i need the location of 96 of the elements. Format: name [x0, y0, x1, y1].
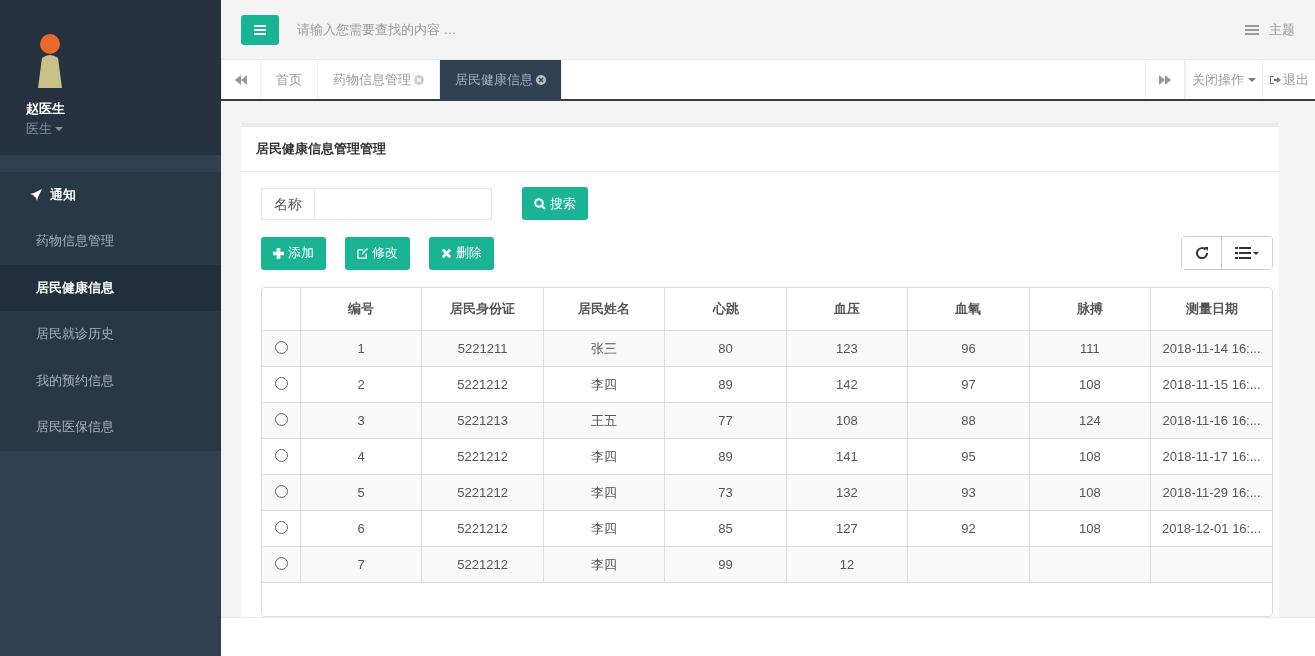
table-cell: 73: [664, 474, 787, 511]
sidebar-item[interactable]: 居民医保信息: [0, 404, 221, 451]
table-cell: 88: [907, 402, 1030, 439]
table-cell: 108: [1029, 438, 1151, 475]
plus-icon: [273, 247, 284, 259]
table-cell: 127: [786, 510, 908, 547]
table-cell: 108: [1029, 474, 1151, 511]
table-cell: 2018-11-15 16:...: [1150, 366, 1272, 403]
column-header: 居民姓名: [543, 288, 665, 331]
table-cell: 5221212: [421, 510, 544, 547]
name-field[interactable]: 名称: [261, 187, 492, 220]
table-cell: 142: [786, 366, 908, 403]
table-cell: 李四: [543, 546, 665, 583]
sidebar-item[interactable]: 居民就诊历史: [0, 311, 221, 358]
table-cell: 7: [300, 546, 422, 583]
list-icon: [1235, 247, 1259, 259]
table-cell: 张三: [543, 330, 665, 367]
search-button[interactable]: 搜索: [522, 187, 588, 220]
table-cell: 李四: [543, 474, 665, 511]
table-cell: 5221212: [421, 438, 544, 475]
search-icon: [534, 197, 546, 210]
table-cell: 5221212: [421, 546, 544, 583]
table-cell: 1: [300, 330, 422, 367]
column-header: 编号: [300, 288, 422, 331]
panel-title: 居民健康信息管理管理: [241, 127, 1279, 172]
table-cell: 141: [786, 438, 908, 475]
table-cell: 123: [786, 330, 908, 367]
table-cell: 2018-11-16 16:...: [1150, 402, 1272, 439]
column-header: 测量日期: [1150, 288, 1272, 331]
table-cell: 李四: [543, 438, 665, 475]
table-cell: 85: [664, 510, 787, 547]
column-header: 脉搏: [1029, 288, 1151, 331]
table-cell: 5221213: [421, 402, 544, 439]
delete-button[interactable]: 删除: [429, 236, 494, 270]
table-cell: 108: [786, 402, 908, 439]
close-icon: [414, 74, 424, 85]
double-left-icon: [235, 74, 247, 85]
table-cell: 89: [664, 366, 787, 403]
list-icon: [1245, 24, 1259, 35]
table-cell: 4: [300, 438, 422, 475]
tab[interactable]: 首页: [261, 60, 318, 99]
table-cell: 王五: [543, 402, 665, 439]
tab[interactable]: 居民健康信息: [440, 60, 562, 99]
table-cell: 2018-11-29 16:...: [1150, 474, 1272, 511]
close-icon: [536, 74, 546, 85]
sign-out-icon: [1269, 74, 1281, 85]
table-cell: 93: [907, 474, 1030, 511]
add-button[interactable]: 添加: [261, 236, 326, 270]
menu-icon: [254, 24, 266, 35]
sidebar-item[interactable]: 药物信息管理: [0, 218, 221, 265]
nav-section-header[interactable]: 通知: [0, 172, 221, 218]
search-field[interactable]: 请输入您需要查找的内容 …: [297, 22, 497, 37]
table-cell: 92: [907, 510, 1030, 547]
table-cell: 12: [786, 546, 908, 583]
table-cell: 99: [664, 546, 787, 583]
column-header: 居民身份证: [421, 288, 544, 331]
edit-button[interactable]: 修改: [345, 236, 410, 270]
table-cell: 96: [907, 330, 1030, 367]
table-cell: 124: [1029, 402, 1151, 439]
refresh-icon: [1194, 246, 1209, 260]
table-cell: 5221211: [421, 330, 544, 367]
column-header: 心跳: [664, 288, 787, 331]
sidebar-item[interactable]: 居民健康信息: [0, 264, 221, 311]
theme-button[interactable]: 主题: [1245, 20, 1295, 39]
table-cell: 李四: [543, 510, 665, 547]
user-name: 赵医生: [26, 100, 65, 118]
menu-button[interactable]: [241, 14, 279, 45]
table-cell: 97: [907, 366, 1030, 403]
table-cell: 80: [664, 330, 787, 367]
column-header: 血氧: [907, 288, 1030, 331]
role-dropdown[interactable]: 医生: [26, 120, 63, 138]
table-cell: 6: [300, 510, 422, 547]
table-cell: 108: [1029, 510, 1151, 547]
table-cell: 132: [786, 474, 908, 511]
table-cell: 5: [300, 474, 422, 511]
sidebar-item[interactable]: 我的预约信息: [0, 357, 221, 404]
cross-icon: [441, 247, 452, 259]
table-cell: 2018-12-01 16:...: [1150, 510, 1272, 547]
table-cell: 2: [300, 366, 422, 403]
table-cell: 5221212: [421, 366, 544, 403]
table-cell: 77: [664, 402, 787, 439]
table-cell: 95: [907, 438, 1030, 475]
table-cell: 89: [664, 438, 787, 475]
double-right-icon: [1159, 74, 1171, 85]
columns-dropdown[interactable]: [1221, 237, 1272, 269]
table-cell: 5221212: [421, 474, 544, 511]
table-cell: 2018-11-14 16:...: [1150, 330, 1272, 367]
table-cell: 李四: [543, 366, 665, 403]
table-cell: 111: [1029, 330, 1151, 367]
table-cell: 3: [300, 402, 422, 439]
column-header: 血压: [786, 288, 908, 331]
table-cell: 108: [1029, 366, 1151, 403]
table-cell: 2018-11-17 16:...: [1150, 438, 1272, 475]
scroll-left-button[interactable]: [221, 60, 261, 99]
scroll-right-button[interactable]: [1145, 60, 1185, 99]
edit-icon: [357, 247, 368, 259]
